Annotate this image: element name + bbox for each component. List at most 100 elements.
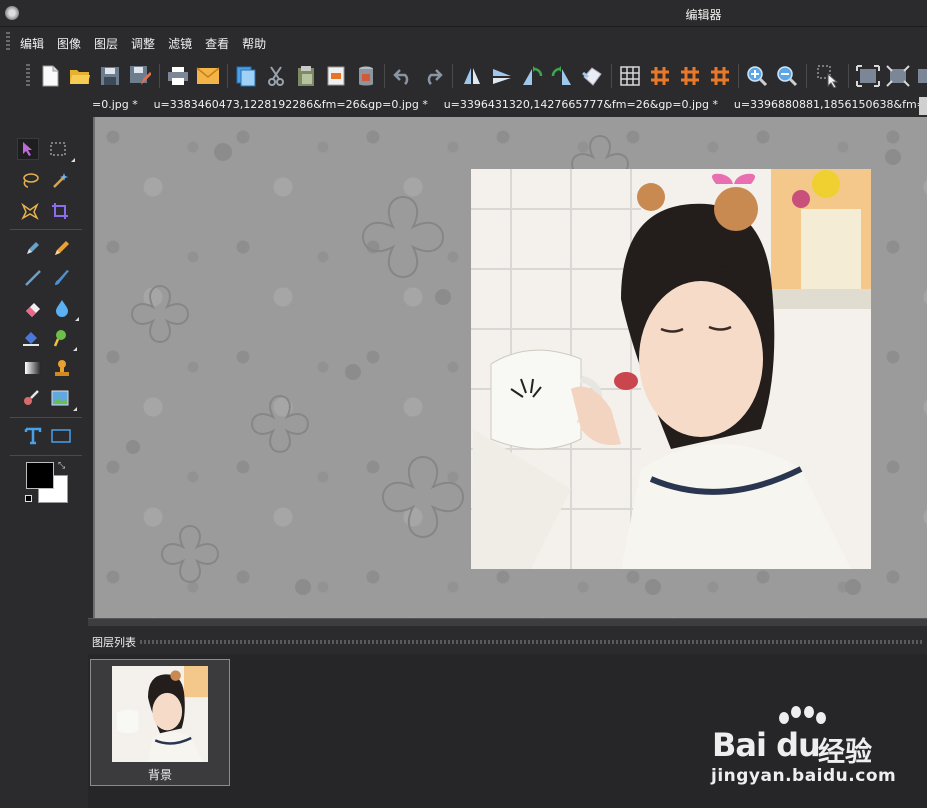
toolbar-separator [452,64,453,88]
tab-active-partial[interactable] [919,97,927,115]
crop-to-selection-icon[interactable] [324,64,348,88]
tools-separator [10,229,82,230]
menu-layer[interactable]: 图层 [94,35,118,52]
rectangle-icon [51,429,71,443]
primary-color-swatch[interactable] [26,462,54,489]
tab-document[interactable]: u=3396431320,1427665777&fm=26&gp=0.jpg * [438,95,724,117]
save-icon[interactable] [98,64,122,88]
gradient-tool[interactable] [22,357,44,379]
crop-tool[interactable] [49,200,71,222]
line-icon [25,270,41,286]
water-drop-icon [56,300,68,317]
layers-header-grip[interactable] [140,640,923,644]
tab-document[interactable]: =0.jpg * [88,95,144,117]
color-replace-tool[interactable] [49,327,77,351]
gradient-icon [25,362,41,374]
menu-bar: 编辑 图像 图层 调整 滤镜 查看 帮助 [0,28,927,56]
move-icon [21,202,39,220]
rotate-free-icon[interactable] [580,64,604,88]
hash-orange-icon[interactable] [678,64,702,88]
menu-items: 编辑 图像 图层 调整 滤镜 查看 帮助 [20,35,279,52]
menu-edit[interactable]: 编辑 [20,35,44,52]
undo-icon[interactable] [391,64,415,88]
pencil-tool[interactable] [51,237,73,259]
move-tool[interactable] [19,200,41,222]
title-bar: 编辑器 [0,0,927,27]
paint-bucket-icon [23,332,39,346]
canvas-left-edge [93,117,95,618]
menu-view[interactable]: 查看 [205,35,229,52]
flip-horizontal-icon[interactable] [460,64,484,88]
watermark-url: jingyan.baidu.com [711,766,897,786]
hash-orange-icon[interactable] [708,64,732,88]
blur-tool[interactable] [51,297,79,321]
rect-select-tool[interactable] [47,138,75,162]
select-pointer-icon[interactable] [816,64,840,88]
toolbar-separator [738,64,739,88]
grid-icon[interactable] [618,64,642,88]
hash-orange-icon[interactable] [648,64,672,88]
lasso-tool[interactable] [19,169,41,191]
print-icon[interactable] [166,64,190,88]
toolbar-grip[interactable] [26,64,30,88]
menu-image[interactable]: 图像 [57,35,81,52]
delete-icon[interactable] [354,64,378,88]
color-swatches: ⤡ [25,461,69,505]
baidu-jingyan-watermark: Bai du 经验 jingyan.baidu.com [708,706,918,788]
brush-icon [55,270,69,285]
pointer-icon [23,142,32,156]
fit-window-icon[interactable] [856,64,880,88]
brush-tool[interactable] [51,267,73,289]
layer-item[interactable]: 背景 [90,659,230,786]
tab-document[interactable]: u=3383460473,1228192286&fm=26&gp=0.jpg * [148,95,434,117]
actual-size-icon[interactable] [886,64,910,88]
document-tabs: =0.jpg * u=3383460473,1228192286&fm=26&g… [88,95,927,117]
more-tools-icon[interactable] [916,64,927,88]
watermark-suffix: 经验 [818,737,872,768]
pen-icon [27,242,39,254]
watermark-brand: Bai du [712,726,821,764]
menu-grip[interactable] [6,32,10,52]
move-selection-tool[interactable] [17,138,39,160]
save-as-icon[interactable] [128,64,152,88]
open-folder-icon[interactable] [68,64,92,88]
menu-filter[interactable]: 滤镜 [168,35,192,52]
clone-stamp-tool[interactable] [51,357,73,379]
image-adjust-tool[interactable] [49,387,77,411]
panel-splitter[interactable] [88,618,927,626]
text-tool[interactable] [22,425,44,447]
cut-icon[interactable] [264,64,288,88]
menu-adjust[interactable]: 调整 [131,35,155,52]
pen-tool[interactable] [22,237,44,259]
eraser-tool[interactable] [22,297,44,319]
line-tool[interactable] [22,267,44,289]
magic-wand-tool[interactable] [49,169,71,191]
paste-icon[interactable] [294,64,318,88]
flip-vertical-icon[interactable] [490,64,514,88]
toolbar-separator [806,64,807,88]
recolor-tool[interactable] [20,387,42,409]
layer-thumbnail [112,666,208,762]
stamp-icon [55,360,69,376]
zoom-out-icon[interactable] [775,64,799,88]
eraser-icon [26,303,40,317]
menu-help[interactable]: 帮助 [242,35,266,52]
landscape-icon [51,390,69,406]
pencil-icon [55,241,69,255]
email-icon[interactable] [196,64,220,88]
paint-bucket-tool[interactable] [20,327,42,349]
toolbar-separator [227,64,228,88]
shape-rect-tool[interactable] [50,425,72,447]
new-file-icon[interactable] [38,64,62,88]
canvas-image[interactable] [471,169,871,569]
copy-icon[interactable] [234,64,258,88]
rotate-right-icon[interactable] [550,64,574,88]
tab-document[interactable]: u=3396880881,1856150638&fm=26&gp=0.jpg * [728,95,927,117]
photo-girl-drinking [471,169,871,569]
zoom-in-icon[interactable] [745,64,769,88]
layers-panel-header: 图层列表 [88,632,927,650]
redo-icon[interactable] [421,64,445,88]
swap-colors-icon[interactable]: ⤡ [58,461,65,471]
reset-colors-icon[interactable] [25,495,32,502]
rotate-left-icon[interactable] [520,64,544,88]
